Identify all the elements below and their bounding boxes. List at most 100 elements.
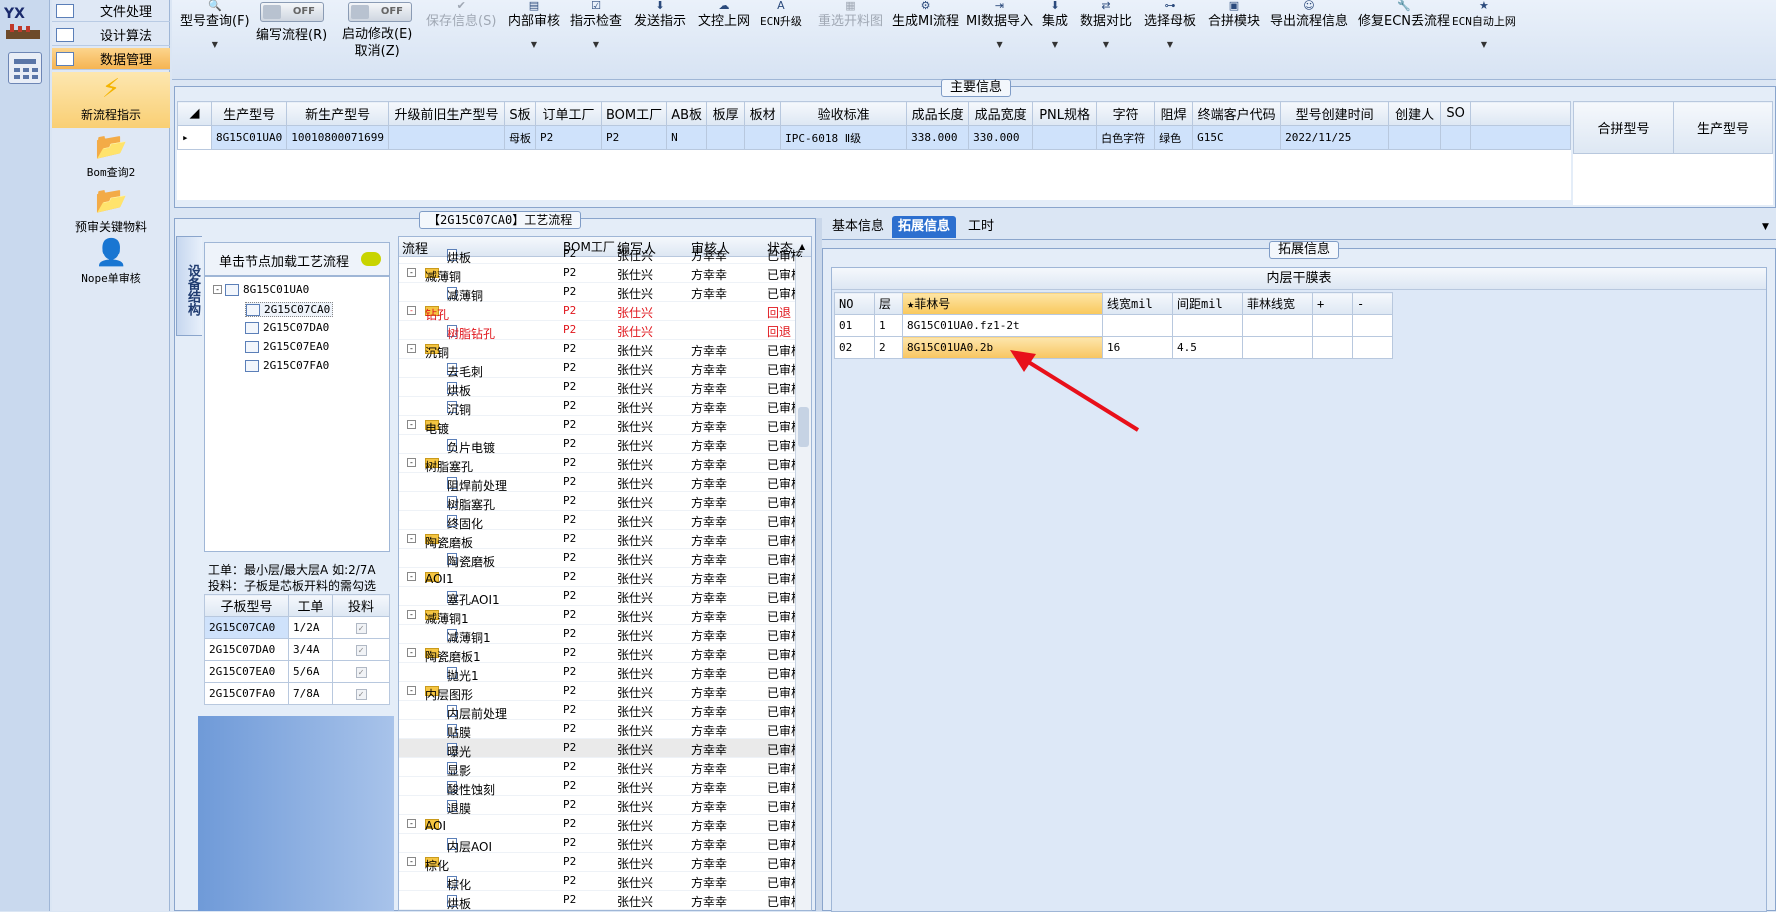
table-cell[interactable]: [744, 125, 782, 150]
doc-control-online-button[interactable]: ☁ 文控上网: [698, 0, 750, 32]
write-process-toggle[interactable]: OFF: [260, 2, 324, 22]
column-header[interactable]: ★菲林号: [902, 292, 1103, 315]
model-query-button[interactable]: 🔍 型号查询(F) ▼: [180, 0, 250, 49]
column-header[interactable]: 子板型号: [204, 594, 289, 617]
column-header[interactable]: 合拼型号: [1573, 101, 1674, 154]
nav-nope-review[interactable]: 👤 Nope单审核: [52, 238, 170, 290]
process-row[interactable]: 阻焊前处理 P2 张仕兴 方幸幸 已审核: [399, 473, 803, 493]
column-header[interactable]: 创建人: [1388, 101, 1442, 126]
table-cell[interactable]: 10010800071699: [286, 125, 389, 150]
column-header[interactable]: AB板: [666, 101, 708, 126]
checkbox[interactable]: ✓: [355, 623, 367, 634]
column-header[interactable]: 字符: [1096, 101, 1156, 126]
process-row[interactable]: 减薄铜1 P2 张仕兴 方幸幸 已审核: [399, 625, 803, 645]
table-cell[interactable]: 2022/11/25: [1280, 125, 1390, 150]
repair-ecn-button[interactable]: 🔧 修复ECN丢流程: [1358, 0, 1450, 32]
nav-material-review[interactable]: 📂 预审关键物料: [52, 186, 170, 238]
column-header[interactable]: BOM工厂: [600, 101, 668, 126]
table-cell[interactable]: 母板: [503, 125, 536, 150]
column-header[interactable]: 生产型号: [210, 101, 288, 126]
table-row[interactable]: 2G15C07CA0 1/2A ✓: [204, 616, 390, 639]
process-row[interactable]: 塞孔AOI1 P2 张仕兴 方幸幸 已审核: [399, 587, 803, 607]
table-cell[interactable]: [1440, 125, 1472, 150]
add-column-button[interactable]: +: [1312, 292, 1353, 315]
table-cell[interactable]: 白色字符: [1096, 125, 1156, 150]
ecn-upgrade-button[interactable]: A ECN升级: [760, 0, 802, 32]
process-row[interactable]: 抛光1 P2 张仕兴 方幸幸 已审核: [399, 663, 803, 683]
table-cell[interactable]: N: [666, 125, 708, 150]
tab-basic-info[interactable]: 基本信息: [826, 216, 890, 238]
column-header[interactable]: 板厚: [706, 101, 746, 126]
tree-node-child[interactable]: 2G15C07CA0: [245, 302, 334, 317]
table-cell[interactable]: 01: [834, 314, 875, 337]
table-row[interactable]: 2G15C07DA0 3/4A ✓: [204, 638, 390, 661]
column-header[interactable]: 成品长度: [906, 101, 970, 126]
merge-module-button[interactable]: ▣ 合拼模块: [1208, 0, 1260, 32]
table-cell[interactable]: G15C: [1192, 125, 1282, 150]
process-row[interactable]: 沉铜 P2 张仕兴 方幸幸 已审核: [399, 397, 803, 417]
process-row[interactable]: 内层AOI P2 张仕兴 方幸幸 已审核: [399, 834, 803, 854]
column-header[interactable]: 投料: [332, 594, 390, 617]
nav-item-file[interactable]: 文件处理: [52, 0, 170, 22]
tree-node-child[interactable]: 2G15C07EA0: [245, 340, 329, 353]
process-row[interactable]: 棕化 P2 张仕兴 方幸幸 已审核: [399, 872, 803, 892]
data-compare-button[interactable]: ⇄ 数据对比 ▼: [1080, 0, 1132, 49]
integrate-button[interactable]: ⬇ 集成 ▼: [1042, 0, 1068, 49]
table-cell[interactable]: 7/8A: [288, 682, 333, 705]
column-header[interactable]: 新生产型号: [286, 101, 389, 126]
column-header[interactable]: 层: [874, 292, 903, 315]
table-cell[interactable]: P2: [600, 125, 668, 150]
column-header[interactable]: 订单工厂: [534, 101, 602, 126]
process-row[interactable]: - 棕化 P2 张仕兴 方幸幸 已审核: [399, 853, 803, 873]
column-header[interactable]: 型号创建时间: [1280, 101, 1390, 126]
table-cell[interactable]: [1352, 314, 1393, 337]
process-row[interactable]: - 树脂塞孔 P2 张仕兴 方幸幸 已审核: [399, 454, 803, 474]
ecn-auto-online-button[interactable]: ★ ECN自动上网 ▼: [1452, 0, 1516, 49]
process-row[interactable]: 显影 P2 张仕兴 方幸幸 已审核: [399, 758, 803, 778]
chevron-down-icon[interactable]: ▼: [1756, 216, 1775, 238]
table-cell[interactable]: 2G15C07DA0: [204, 638, 289, 661]
process-row[interactable]: - AOI P2 张仕兴 方幸幸 已审核: [399, 815, 803, 834]
process-row[interactable]: 负片电镀 P2 张仕兴 方幸幸 已审核: [399, 435, 803, 455]
column-header[interactable]: 验收标准: [780, 101, 908, 126]
process-row[interactable]: 退膜 P2 张仕兴 方幸幸 已审核: [399, 796, 803, 816]
tab-work-hours[interactable]: 工时: [962, 216, 1000, 238]
nav-new-process[interactable]: ⚡ 新流程指示: [52, 72, 170, 128]
table-cell[interactable]: [1032, 125, 1098, 150]
table-cell[interactable]: 8G15C01UA0.fz1-2t: [902, 314, 1103, 337]
table-cell[interactable]: 338.000: [906, 125, 970, 150]
table-cell[interactable]: [1172, 314, 1243, 337]
table-cell[interactable]: 5/6A: [288, 660, 333, 683]
save-info-button[interactable]: ✔ 保存信息(S): [426, 0, 496, 32]
start-modify-toggle[interactable]: OFF: [348, 2, 412, 22]
process-row[interactable]: 曝光 P2 张仕兴 方幸幸 已审核: [399, 739, 803, 759]
app-logo[interactable]: YX: [4, 6, 44, 42]
table-row[interactable]: ▸ 8G15C01UA0 10010800071699 母板 P2 P2 N I…: [177, 125, 1571, 150]
column-header[interactable]: 板材: [744, 101, 782, 126]
process-row[interactable]: - 钻孔 P2 张仕兴 回退: [399, 302, 795, 322]
column-header[interactable]: 线宽mil: [1102, 292, 1173, 315]
export-process-info-button[interactable]: ☺ 导出流程信息: [1270, 0, 1348, 32]
table-cell[interactable]: [1312, 336, 1353, 359]
table-cell[interactable]: [1388, 125, 1442, 150]
table-cell[interactable]: [387, 125, 505, 150]
table-cell[interactable]: 3/4A: [288, 638, 333, 661]
table-cell[interactable]: [1242, 314, 1313, 337]
column-header[interactable]: 间距mil: [1172, 292, 1243, 315]
process-row[interactable]: 去毛刺 P2 张仕兴 方幸幸 已审核: [399, 359, 803, 379]
reselect-cutting-chart-button[interactable]: ▦ 重选开料图: [818, 0, 883, 32]
process-row[interactable]: 陶瓷磨板 P2 张仕兴 方幸幸 已审核: [399, 549, 803, 569]
process-row[interactable]: 贴膜 P2 张仕兴 方幸幸 已审核: [399, 720, 803, 740]
column-header[interactable]: 升级前旧生产型号: [387, 101, 505, 126]
table-row[interactable]: 2G15C07EA0 5/6A ✓: [204, 660, 390, 683]
instruction-check-button[interactable]: ☑ 指示检查 ▼: [570, 0, 622, 49]
table-cell[interactable]: 1/2A: [288, 616, 333, 639]
tab-extended-info[interactable]: 拓展信息: [892, 216, 957, 238]
column-header[interactable]: 菲林线宽: [1242, 292, 1313, 315]
column-header[interactable]: 终端客户代码: [1192, 101, 1282, 126]
process-row[interactable]: 树脂钻孔 P2 张仕兴 回退: [399, 321, 795, 341]
table-cell[interactable]: [706, 125, 746, 150]
table-row[interactable]: 01 1 8G15C01UA0.fz1-2t: [834, 314, 1393, 337]
table-cell[interactable]: [1312, 314, 1353, 337]
tree-node-child[interactable]: 2G15C07FA0: [245, 359, 329, 372]
